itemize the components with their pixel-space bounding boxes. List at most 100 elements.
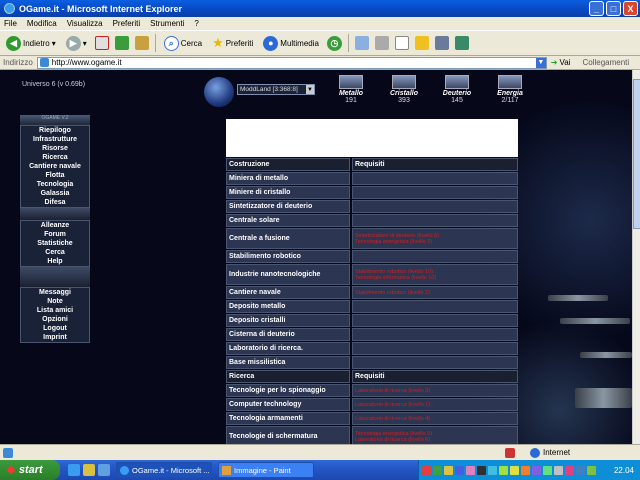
maximize-button[interactable]: □ xyxy=(606,1,621,16)
item-name[interactable]: Computer technology xyxy=(226,398,350,411)
item-name[interactable]: Centrale a fusione xyxy=(226,228,350,249)
menu-cantiere-navale[interactable]: Cantiere navale xyxy=(21,162,89,171)
menu-statistiche[interactable]: Statistiche xyxy=(21,239,89,248)
menu-visualizza[interactable]: Visualizza xyxy=(67,19,103,28)
menu-cerca[interactable]: Cerca xyxy=(21,248,89,257)
search-button[interactable]: ⌕ Cerca xyxy=(162,33,204,53)
task-ogame[interactable]: OGame.it - Microsoft ... xyxy=(116,462,212,478)
folder-icon[interactable] xyxy=(414,36,429,50)
tray-icon[interactable] xyxy=(576,465,585,475)
menu-galassia[interactable]: Galassia xyxy=(21,189,89,198)
item-name[interactable]: Base missilistica xyxy=(226,356,350,369)
media-button[interactable]: ● Multimedia xyxy=(261,33,321,53)
tray-icon[interactable] xyxy=(532,465,541,475)
item-name[interactable]: Laboratorio di ricerca. xyxy=(226,342,350,355)
item-name[interactable]: Deposito metallo xyxy=(226,300,350,313)
menu-alleanze[interactable]: Alleanze xyxy=(21,221,89,230)
requirement-text[interactable]: Tecnologia energetica (livello 3) xyxy=(355,239,517,245)
item-name[interactable]: Miniera di metallo xyxy=(226,172,350,185)
address-input[interactable]: http://www.ogame.it ▼ xyxy=(36,56,547,69)
scrollbar-thumb[interactable] xyxy=(633,79,640,229)
history-icon[interactable]: ◷ xyxy=(326,35,342,51)
tray-icon[interactable] xyxy=(455,465,464,475)
tray-icon[interactable] xyxy=(466,465,475,475)
address-dropdown-icon[interactable]: ▼ xyxy=(535,57,546,68)
requirement-text[interactable]: Stabilimento robotico (livello 2) xyxy=(355,290,517,296)
planet-select[interactable]: ModdLand [3:368:8] ▼ xyxy=(237,84,315,95)
refresh-icon[interactable] xyxy=(114,36,129,50)
item-name[interactable]: Tecnologie di schermatura xyxy=(226,426,350,444)
tray-icon[interactable] xyxy=(422,465,431,475)
planet-image[interactable] xyxy=(204,77,234,107)
print-icon[interactable] xyxy=(374,36,389,50)
menu-lista-amici[interactable]: Lista amici xyxy=(21,306,89,315)
task-label: OGame.it - Microsoft ... xyxy=(132,465,210,475)
ie-quicklaunch-icon[interactable] xyxy=(68,464,80,476)
tray-icon[interactable] xyxy=(565,465,574,475)
tray-icon[interactable] xyxy=(499,465,508,475)
tray-icon[interactable] xyxy=(444,465,453,475)
tray-icon[interactable] xyxy=(587,465,596,475)
tray-icon[interactable] xyxy=(477,465,486,475)
edit-icon[interactable] xyxy=(394,36,409,50)
tray-icon[interactable] xyxy=(543,465,552,475)
item-name[interactable]: Centrale solare xyxy=(226,214,350,227)
close-button[interactable]: X xyxy=(623,1,638,16)
menu-modifica[interactable]: Modifica xyxy=(27,19,57,28)
requirement-text[interactable]: Tecnologia informatica (livello 10) xyxy=(355,275,517,281)
favorites-button[interactable]: ★ Preferiti xyxy=(210,33,255,53)
item-name[interactable]: Tecnologia armamenti xyxy=(226,412,350,425)
menu-preferiti[interactable]: Preferiti xyxy=(113,19,141,28)
tray-icon[interactable] xyxy=(554,465,563,475)
menu-forum[interactable]: Forum xyxy=(21,230,89,239)
requirement-text[interactable]: Laboratorio di ricerca (livello 1) xyxy=(355,402,517,408)
desktop-quicklaunch-icon[interactable] xyxy=(83,464,95,476)
messenger-icon[interactable] xyxy=(434,36,449,50)
popup-blocked-icon[interactable] xyxy=(505,447,515,458)
item-name[interactable]: Cisterna di deuterio xyxy=(226,328,350,341)
menu-risorse[interactable]: Risorse xyxy=(21,144,89,153)
tray-icon[interactable] xyxy=(510,465,519,475)
vertical-scrollbar[interactable] xyxy=(632,70,640,444)
menu-messaggi[interactable]: Messaggi xyxy=(21,288,89,297)
task-paint[interactable]: Immagine - Paint xyxy=(218,462,314,478)
menu-difesa[interactable]: Difesa xyxy=(21,198,89,207)
links-label[interactable]: Collegamenti xyxy=(582,58,629,67)
go-button[interactable]: ➔ Vai xyxy=(551,58,571,67)
requirement-text[interactable]: Laboratorio di ricerca (livello 4) xyxy=(355,416,517,422)
forward-button[interactable]: ▶ ▾ xyxy=(64,33,89,53)
menu-infrastrutture[interactable]: Infrastrutture xyxy=(21,135,89,144)
item-name[interactable]: Industrie nanotecnologiche xyxy=(226,264,350,285)
tray-icon[interactable] xyxy=(521,465,530,475)
menu-riepilogo[interactable]: Riepilogo xyxy=(21,126,89,135)
item-name[interactable]: Miniere di cristallo xyxy=(226,186,350,199)
mail-icon[interactable] xyxy=(354,36,369,50)
menu-imprint[interactable]: Imprint xyxy=(21,333,89,342)
item-name[interactable]: Deposito cristalli xyxy=(226,314,350,327)
stop-icon[interactable] xyxy=(94,36,109,50)
item-name[interactable]: Sintetizzatore di deuterio xyxy=(226,200,350,213)
tray-icon[interactable] xyxy=(488,465,497,475)
start-button[interactable]: ❖ start xyxy=(0,460,60,480)
item-name[interactable]: Stabilimento robotico xyxy=(226,250,350,263)
menu-opzioni[interactable]: Opzioni xyxy=(21,315,89,324)
media-quicklaunch-icon[interactable] xyxy=(98,464,110,476)
menu-help[interactable]: ? xyxy=(194,19,198,28)
menu-strumenti[interactable]: Strumenti xyxy=(150,19,184,28)
tray-icon[interactable] xyxy=(433,465,442,475)
item-name[interactable]: Cantiere navale xyxy=(226,286,350,299)
menu-logout[interactable]: Logout xyxy=(21,324,89,333)
requirement-text[interactable]: Laboratorio di ricerca (livello 6) xyxy=(355,437,517,443)
research-icon[interactable] xyxy=(454,36,469,50)
menu-note[interactable]: Note xyxy=(21,297,89,306)
requirement-text[interactable]: Laboratorio di ricerca (livello 3) xyxy=(355,388,517,394)
back-button[interactable]: ◀ Indietro ▾ xyxy=(4,33,58,53)
minimize-button[interactable]: _ xyxy=(589,1,604,16)
menu-tecnologia[interactable]: Tecnologia xyxy=(21,180,89,189)
item-name[interactable]: Tecnologie per lo spionaggio xyxy=(226,384,350,397)
home-icon[interactable] xyxy=(134,36,149,50)
menu-file[interactable]: File xyxy=(4,19,17,28)
menu-ricerca[interactable]: Ricerca xyxy=(21,153,89,162)
menu-help[interactable]: Help xyxy=(21,257,89,266)
menu-flotta[interactable]: Flotta xyxy=(21,171,89,180)
